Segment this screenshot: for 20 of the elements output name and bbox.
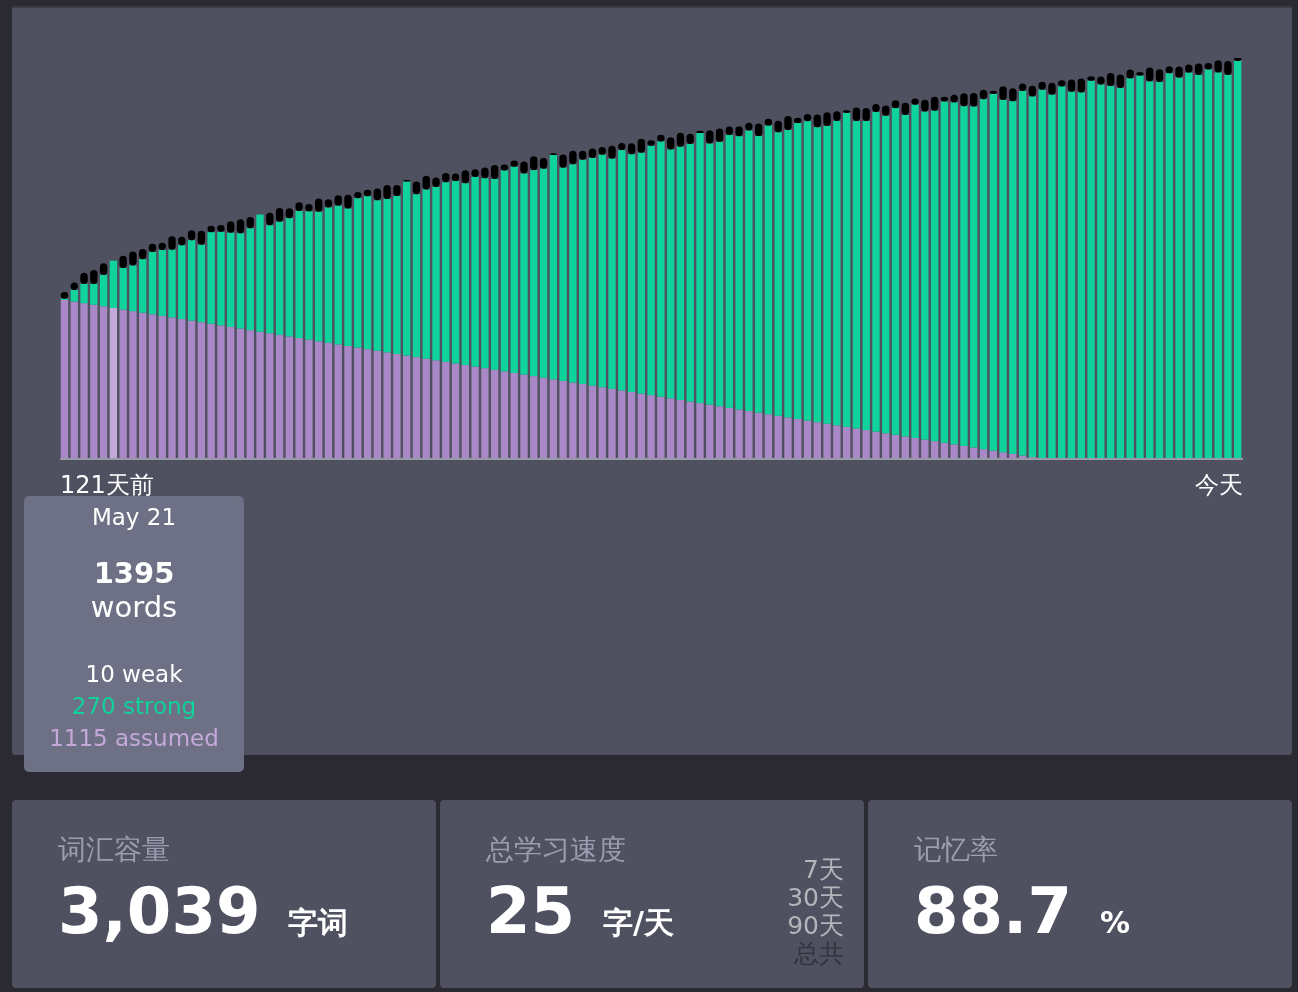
tooltip-date: May 21 (91, 504, 177, 530)
tooltip-breakdown: 1115 assumed (49, 724, 219, 753)
tooltip-breakdown: 270 strong (71, 692, 197, 721)
period-option[interactable]: 30天 (787, 884, 844, 912)
axis-label: 今天 (1195, 470, 1243, 500)
tooltip-breakdown: 10 weak (85, 660, 183, 689)
stat-unit: 字/天 (603, 904, 675, 942)
stat-title: 词汇容量 (58, 832, 171, 868)
stat-value: 3,039 (58, 876, 261, 946)
stat-value: 88.7 (914, 876, 1072, 946)
axis-label: 121天前 (60, 470, 154, 500)
tooltip-total: 1395 (93, 556, 175, 590)
stat-value: 25 (486, 876, 576, 946)
tooltip-unit: words (90, 590, 178, 624)
stat-unit: % (1099, 905, 1130, 940)
period-option[interactable]: 90天 (787, 912, 844, 940)
stat-unit: 字词 (288, 904, 349, 942)
period-option[interactable]: 7天 (803, 856, 844, 884)
stat-title: 总学习速度 (486, 832, 627, 868)
stat-title: 记忆率 (914, 832, 999, 868)
